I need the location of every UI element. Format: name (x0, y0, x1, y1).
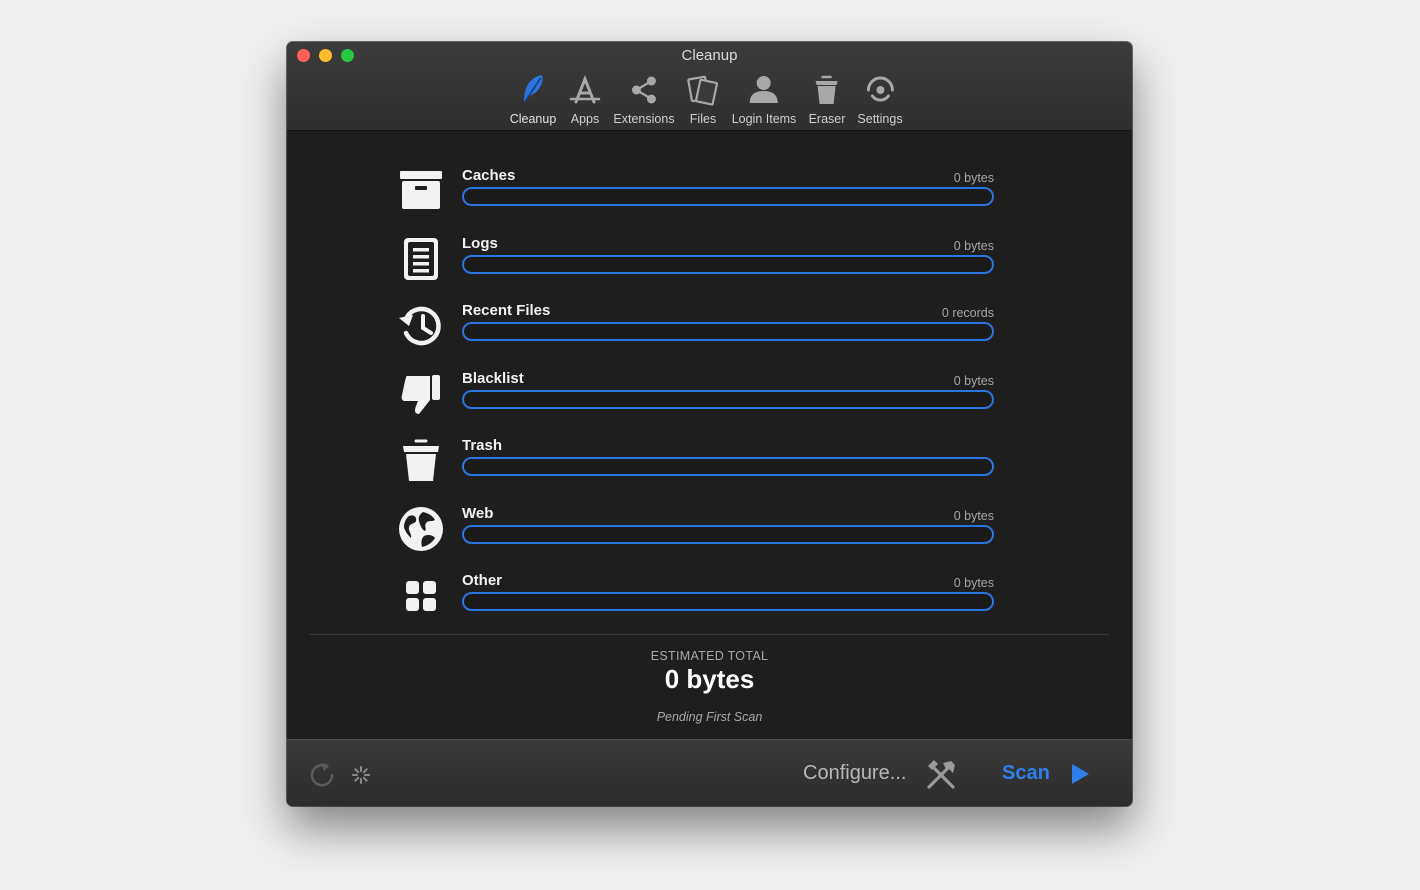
files-icon (687, 75, 719, 106)
toolbar-tab-eraser[interactable]: Eraser (808, 72, 846, 126)
category-row-caches[interactable]: Caches 0 bytes (287, 167, 1132, 227)
category-title: Other (462, 572, 503, 589)
app-window: Cleanup Cleanup Apps Extensions Files Lo… (287, 42, 1132, 806)
app-store-icon (569, 74, 601, 104)
cleanup-content: Caches 0 bytes Logs 0 bytes Recent Files… (287, 131, 1132, 739)
spinner-icon (352, 766, 370, 784)
category-title: Web (462, 505, 494, 522)
category-row-trash[interactable]: Trash (287, 437, 1132, 497)
category-size: 0 bytes (953, 374, 994, 388)
category-title: Caches (462, 167, 516, 184)
toolbar-tab-files[interactable]: Files (685, 72, 721, 126)
toolbar-tab-login-items[interactable]: Login Items (731, 72, 797, 126)
category-title: Recent Files (462, 302, 551, 319)
toolbar-tab-label: Login Items (731, 112, 797, 126)
category-row-other[interactable]: Other 0 bytes (287, 572, 1132, 632)
estimated-total-label: ESTIMATED TOTAL (650, 649, 769, 663)
trash-icon (403, 439, 439, 481)
category-row-logs[interactable]: Logs 0 bytes (287, 235, 1132, 295)
toolbar-tab-label: Extensions (613, 112, 675, 126)
category-size: 0 records (941, 306, 994, 320)
category-row-recent-files[interactable]: Recent Files 0 records (287, 302, 1132, 362)
category-size: 0 bytes (953, 171, 994, 185)
category-row-blacklist[interactable]: Blacklist 0 bytes (287, 370, 1132, 430)
configure-button[interactable]: Configure... (803, 762, 906, 785)
history-icon (399, 306, 441, 346)
toolbar-tab-label: Cleanup (509, 112, 557, 126)
toolbar-tab-label: Apps (570, 112, 600, 126)
title-bar: Cleanup Cleanup Apps Extensions Files Lo… (287, 42, 1132, 131)
user-icon (750, 76, 778, 103)
trash-can-icon (815, 75, 838, 104)
scan-status: Pending First Scan (656, 710, 763, 724)
toolbar-tab-apps[interactable]: Apps (567, 72, 603, 126)
refresh-icon[interactable] (307, 760, 337, 790)
category-size: 0 bytes (953, 239, 994, 253)
category-progress-bar (462, 322, 994, 341)
category-title: Blacklist (462, 370, 524, 387)
grid-icon (406, 581, 436, 611)
category-progress-bar (462, 187, 994, 206)
share-icon (631, 76, 656, 104)
category-title: Logs (462, 235, 498, 252)
toolbar-tab-extensions[interactable]: Extensions (613, 72, 675, 126)
toolbar-tab-cleanup[interactable]: Cleanup (509, 72, 557, 126)
category-progress-bar (462, 457, 994, 476)
category-progress-bar (462, 592, 994, 611)
thumbs-down-icon (401, 375, 440, 414)
category-size: 0 bytes (953, 509, 994, 523)
document-list-icon (404, 238, 438, 280)
toolbar-tab-settings[interactable]: Settings (857, 72, 903, 126)
category-title: Trash (462, 437, 503, 454)
toolbar-tab-label: Settings (857, 112, 903, 126)
toolbar-tab-label: Files (689, 112, 717, 126)
scan-button[interactable]: Scan (1002, 762, 1050, 785)
feather-icon (523, 75, 543, 103)
window-title: Cleanup (681, 47, 738, 64)
category-row-web[interactable]: Web 0 bytes (287, 505, 1132, 565)
estimated-total-value: 0 bytes (664, 664, 755, 694)
divider (309, 634, 1109, 635)
toolbar-tab-label: Eraser (808, 112, 846, 126)
tools-icon[interactable] (923, 757, 959, 791)
globe-icon (399, 507, 443, 551)
bottom-bar: Configure... Scan (287, 739, 1132, 806)
category-progress-bar (462, 390, 994, 409)
category-progress-bar (462, 255, 994, 274)
settings-icon (866, 76, 894, 102)
play-icon[interactable] (1069, 762, 1091, 786)
archive-box-icon (400, 171, 442, 209)
category-progress-bar (462, 525, 994, 544)
category-size: 0 bytes (953, 576, 994, 590)
